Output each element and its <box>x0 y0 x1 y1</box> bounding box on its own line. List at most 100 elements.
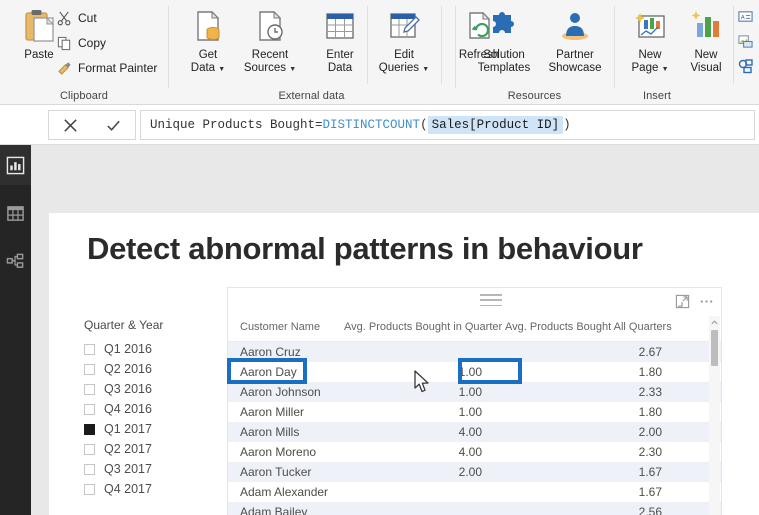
new-visual-button[interactable]: New Visual <box>677 6 735 84</box>
slicer-item-label: Q2 2017 <box>104 442 152 456</box>
cancel-formula-button[interactable] <box>49 111 92 139</box>
formula-bar-buttons <box>48 110 136 140</box>
table-row[interactable]: Adam Alexander 1.67 <box>228 482 721 502</box>
new-page-button[interactable]: New Page ▼ <box>621 6 679 84</box>
cell-customer-name: Aaron Day <box>240 365 297 379</box>
cell-avg-all-quarters: 2.30 <box>638 445 662 459</box>
table-row[interactable]: Aaron Moreno 4.00 2.30 <box>228 442 721 462</box>
model-relationships-icon <box>6 253 24 268</box>
ribbon-group-clipboard: Paste Cut Copy Format Painter Clipboard <box>0 0 168 104</box>
formula-reference: Sales[Product ID] <box>427 116 564 134</box>
cell-avg-quarter: 4.00 <box>458 425 482 439</box>
slicer-checkbox[interactable] <box>84 383 95 395</box>
report-canvas-area: Detect abnormal patterns in behaviour Qu… <box>31 145 759 515</box>
drag-handle-icon[interactable] <box>480 294 502 306</box>
chevron-down-icon[interactable]: ▼ <box>218 66 225 73</box>
table-header-row: Customer Name Avg. Products Bought in Qu… <box>228 316 721 342</box>
data-table-icon <box>7 205 24 221</box>
chevron-up-icon[interactable] <box>709 317 720 328</box>
column-header-avg-all-quarters[interactable]: Avg. Products Bought All Quarters <box>505 321 672 333</box>
table-row[interactable]: Aaron Mills 4.00 2.00 <box>228 422 721 442</box>
recent-sources-button[interactable]: Recent Sources ▼ <box>233 6 307 84</box>
slicer-checkbox[interactable] <box>84 343 95 355</box>
recent-sources-label-line1: Recent <box>251 49 289 61</box>
column-header-customer-name[interactable]: Customer Name <box>240 321 320 333</box>
formula-close-paren: ) <box>563 118 571 132</box>
edit-queries-button[interactable]: Edit Queries ▼ <box>369 6 439 84</box>
cell-customer-name: Adam Bailey <box>240 505 308 515</box>
ribbon-separator-inner-2 <box>441 6 442 84</box>
accept-formula-button[interactable] <box>92 111 135 139</box>
table-row[interactable]: Aaron Johnson 1.00 2.33 <box>228 382 721 402</box>
slicer-checkbox[interactable] <box>84 403 95 415</box>
edit-queries-label-line1: Edit <box>394 49 414 61</box>
column-header-avg-quarter[interactable]: Avg. Products Bought in Quarter <box>344 321 502 333</box>
ribbon-separator-inner-3 <box>733 6 734 84</box>
table-row[interactable]: Adam Bailey 2.56 <box>228 502 721 515</box>
table-visual[interactable]: Customer Name Avg. Products Bought in Qu… <box>227 287 722 515</box>
cell-avg-all-quarters: 2.67 <box>638 345 662 359</box>
edit-queries-icon <box>386 6 422 46</box>
cut-button[interactable]: Cut <box>56 8 97 28</box>
copy-button[interactable]: Copy <box>56 33 106 53</box>
enter-data-icon <box>322 6 358 46</box>
slicer-item[interactable]: Q3 2017 <box>84 459 219 479</box>
partner-showcase-button[interactable]: Partner Showcase <box>542 6 608 84</box>
slicer-item-selected[interactable]: Q1 2017 <box>84 419 219 439</box>
text-box-icon: A <box>737 8 754 25</box>
text-box-button[interactable]: A Te <box>737 6 759 26</box>
slicer-item[interactable]: Q1 2016 <box>84 339 219 359</box>
solution-templates-label-line1: Solution <box>483 49 525 61</box>
formula-input[interactable]: Unique Products Bought = DISTINCTCOUNT( … <box>140 110 755 140</box>
slicer-checkbox[interactable] <box>84 483 95 495</box>
formula-equals: = <box>315 118 323 132</box>
slicer-item-label: Q1 2016 <box>104 342 152 356</box>
image-button[interactable]: Im <box>737 31 759 51</box>
ribbon-group-external-data: Get Data ▼ Recent Sources ▼ Enter Data E… <box>169 0 499 104</box>
slicer-checkbox[interactable] <box>84 443 95 455</box>
paste-icon <box>20 6 58 46</box>
table-row[interactable]: Aaron Tucker 2.00 1.67 <box>228 462 721 482</box>
get-data-button[interactable]: Get Data ▼ <box>177 6 239 84</box>
formula-function: DISTINCTCOUNT <box>322 118 421 132</box>
cell-customer-name: Aaron Cruz <box>240 345 301 359</box>
chevron-down-icon[interactable]: ▼ <box>289 66 296 73</box>
sidebar-item-data-view[interactable] <box>0 193 31 233</box>
solution-templates-button[interactable]: Solution Templates <box>468 6 540 84</box>
sidebar-item-model-view[interactable] <box>0 241 31 281</box>
scrollbar-thumb[interactable] <box>711 330 718 366</box>
slicer-item[interactable]: Q2 2017 <box>84 439 219 459</box>
table-row[interactable]: Aaron Miller 1.00 1.80 <box>228 402 721 422</box>
slicer-item[interactable]: Q3 2016 <box>84 379 219 399</box>
slicer-checkbox-checked[interactable] <box>84 423 95 435</box>
sidebar-item-report-view[interactable] <box>0 145 31 185</box>
new-visual-label-line2: Visual <box>690 62 722 74</box>
ribbon-group-label-resources: Resources <box>507 90 562 102</box>
more-options-icon[interactable] <box>698 293 714 309</box>
table-row[interactable]: Aaron Day 1.00 1.80 <box>228 362 721 382</box>
ribbon-separator-inner <box>367 6 368 84</box>
shapes-button[interactable]: Sh <box>737 56 759 76</box>
slicer-item[interactable]: Q4 2016 <box>84 399 219 419</box>
slicer-item-label: Q2 2016 <box>104 362 152 376</box>
focus-mode-icon[interactable] <box>674 293 690 309</box>
paste-label: Paste <box>24 49 54 61</box>
slicer-item[interactable]: Q4 2017 <box>84 479 219 499</box>
cell-avg-quarter: 1.00 <box>458 385 482 399</box>
enter-data-button[interactable]: Enter Data <box>309 6 371 84</box>
page-title: Detect abnormal patterns in behaviour <box>87 231 643 266</box>
slicer-item[interactable]: Q2 2016 <box>84 359 219 379</box>
format-painter-label: Format Painter <box>78 61 158 75</box>
table-vertical-scrollbar[interactable] <box>709 316 720 515</box>
slicer-item-label: Q4 2017 <box>104 482 152 496</box>
chevron-down-icon[interactable]: ▼ <box>422 66 429 73</box>
measure-name: Unique Products Bought <box>150 118 316 132</box>
table-visual-header-bar <box>228 288 721 316</box>
slicer-checkbox[interactable] <box>84 363 95 375</box>
format-painter-button[interactable]: Format Painter <box>56 58 157 78</box>
slicer-checkbox[interactable] <box>84 463 95 475</box>
chevron-down-icon[interactable]: ▼ <box>662 66 669 73</box>
cell-avg-all-quarters: 2.33 <box>638 385 662 399</box>
cell-customer-name: Aaron Johnson <box>240 385 321 399</box>
table-row[interactable]: Aaron Cruz 2.67 <box>228 342 721 362</box>
